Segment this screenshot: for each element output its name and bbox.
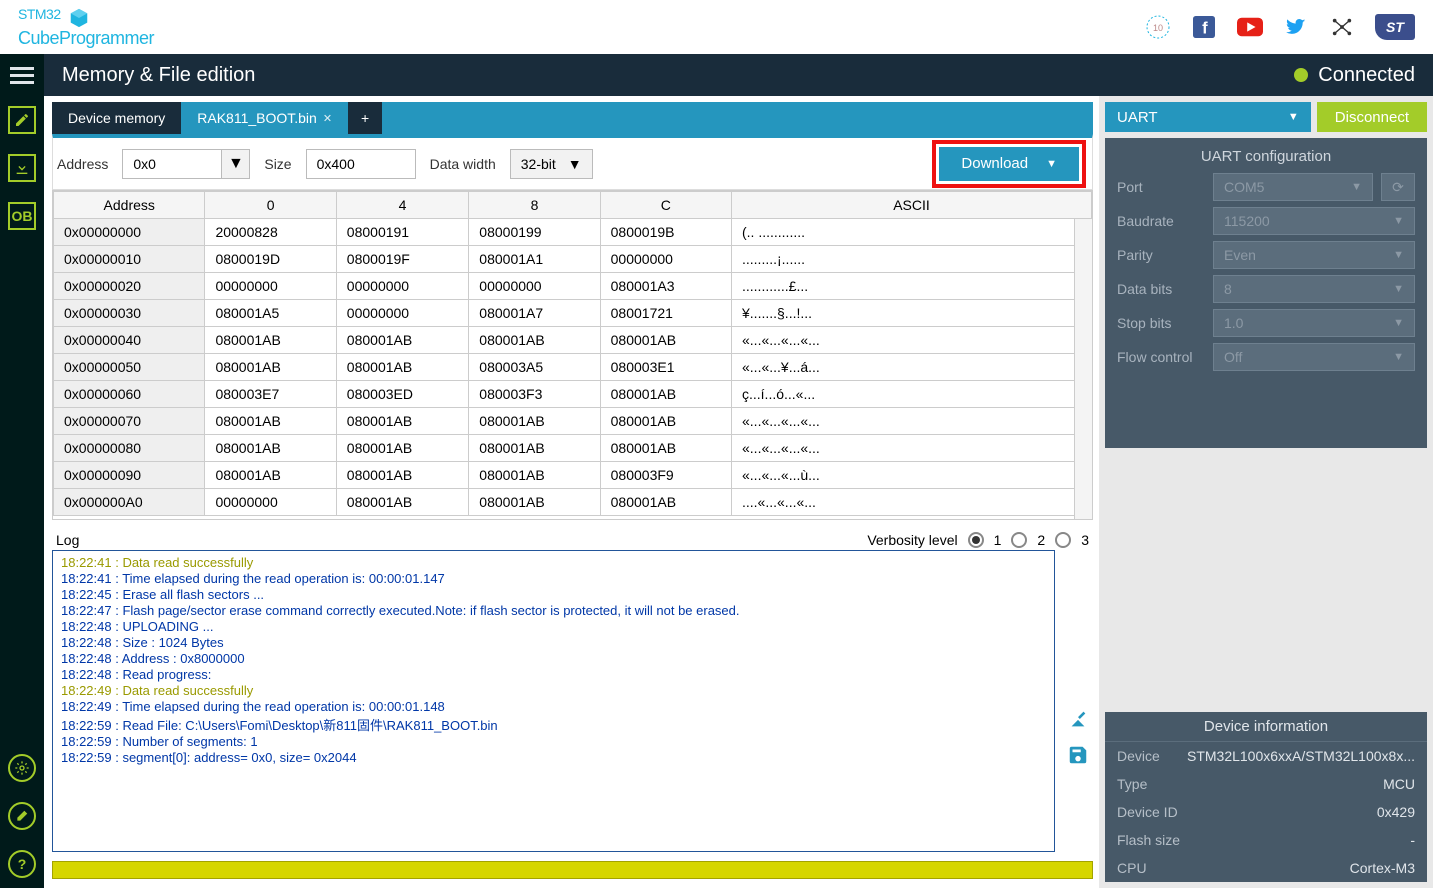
scrollbar[interactable] bbox=[1074, 219, 1092, 519]
toolbar: Address ▼ Size Data width 32-bit▼ Downlo… bbox=[52, 134, 1093, 190]
port-select[interactable]: COM5▼ bbox=[1213, 173, 1373, 201]
address-input[interactable] bbox=[122, 149, 222, 179]
size-label: Size bbox=[264, 156, 291, 172]
download-button[interactable]: Download▼ bbox=[939, 147, 1079, 181]
verbosity-3[interactable] bbox=[1055, 532, 1071, 548]
verbosity-1[interactable] bbox=[968, 532, 984, 548]
sidebar-item-help[interactable]: ? bbox=[0, 840, 44, 888]
size-input[interactable] bbox=[306, 149, 416, 179]
svg-text:f: f bbox=[1202, 19, 1208, 37]
tab-add[interactable]: + bbox=[348, 102, 382, 134]
disconnect-button[interactable]: Disconnect bbox=[1317, 102, 1427, 132]
clear-log-icon[interactable] bbox=[1067, 708, 1089, 730]
facebook-icon[interactable]: f bbox=[1191, 16, 1217, 38]
table-row[interactable]: 0x00000020000000000000000000000000080001… bbox=[54, 273, 1092, 300]
log-title: Log bbox=[56, 532, 79, 548]
address-label: Address bbox=[57, 156, 108, 172]
svg-text:10: 10 bbox=[1153, 23, 1163, 33]
col-ascii[interactable]: ASCII bbox=[732, 192, 1092, 219]
app-logo: STM32 CubeProgrammer bbox=[18, 7, 154, 47]
sidebar-item-erase[interactable] bbox=[0, 792, 44, 840]
table-row[interactable]: 0x00000030080001A500000000080001A7080017… bbox=[54, 300, 1092, 327]
network-icon[interactable] bbox=[1329, 16, 1355, 38]
verbosity-label: Verbosity level bbox=[867, 532, 957, 548]
interface-select[interactable]: UART▼ bbox=[1105, 102, 1311, 132]
badge-icon[interactable]: 10 bbox=[1145, 16, 1171, 38]
config-title: UART configuration bbox=[1117, 148, 1415, 165]
youtube-icon[interactable] bbox=[1237, 16, 1263, 38]
baudrate-select[interactable]: 115200▼ bbox=[1213, 207, 1415, 235]
sidebar-item-edit[interactable] bbox=[0, 96, 44, 144]
title-bar: Memory & File edition Connected bbox=[44, 54, 1433, 96]
save-log-icon[interactable] bbox=[1067, 744, 1089, 766]
col-8[interactable]: 8 bbox=[469, 192, 600, 219]
refresh-icon[interactable]: ⟳ bbox=[1381, 173, 1415, 201]
table-row[interactable]: 0x00000080080001AB080001AB080001AB080001… bbox=[54, 435, 1092, 462]
tab-bar: Device memory RAK811_BOOT.bin✕ + bbox=[52, 102, 1093, 134]
col-address[interactable]: Address bbox=[54, 192, 205, 219]
sidebar-item-settings[interactable] bbox=[0, 744, 44, 792]
table-row[interactable]: 0x00000060080003E7080003ED080003F3080001… bbox=[54, 381, 1092, 408]
col-0[interactable]: 0 bbox=[205, 192, 336, 219]
stopbits-select[interactable]: 1.0▼ bbox=[1213, 309, 1415, 337]
device-info: Device information DeviceSTM32L100x6xxA/… bbox=[1105, 712, 1427, 882]
top-header: STM32 CubeProgrammer 10 f ST bbox=[0, 0, 1433, 54]
sidebar-item-download[interactable] bbox=[0, 144, 44, 192]
page-title: Memory & File edition bbox=[62, 64, 255, 87]
col-4[interactable]: 4 bbox=[336, 192, 469, 219]
sidebar-item-ob[interactable]: OB bbox=[0, 192, 44, 240]
st-logo[interactable]: ST bbox=[1375, 14, 1415, 40]
logo-line1: STM32 bbox=[18, 6, 61, 22]
table-row[interactable]: 0x00000050080001AB080001AB080003A5080003… bbox=[54, 354, 1092, 381]
download-highlight: Download▼ bbox=[932, 140, 1086, 188]
col-c[interactable]: C bbox=[600, 192, 731, 219]
table-row[interactable]: 0x00000040080001AB080001AB080001AB080001… bbox=[54, 327, 1092, 354]
cube-icon bbox=[68, 7, 90, 29]
status-label: Connected bbox=[1318, 64, 1415, 87]
menu-icon[interactable] bbox=[0, 54, 44, 96]
parity-select[interactable]: Even▼ bbox=[1213, 241, 1415, 269]
table-row[interactable]: 0x00000000200008280800019108000199080001… bbox=[54, 219, 1092, 246]
flowcontrol-select[interactable]: Off▼ bbox=[1213, 343, 1415, 371]
status-dot bbox=[1294, 68, 1308, 82]
databits-select[interactable]: 8▼ bbox=[1213, 275, 1415, 303]
twitter-icon[interactable] bbox=[1283, 16, 1309, 38]
address-dropdown[interactable]: ▼ bbox=[222, 149, 250, 179]
progress-bar bbox=[52, 861, 1093, 879]
sidebar: OB ? bbox=[0, 54, 44, 888]
table-row[interactable]: 0x000000100800019D0800019F080001A1000000… bbox=[54, 246, 1092, 273]
datawidth-select[interactable]: 32-bit▼ bbox=[510, 149, 593, 179]
close-icon[interactable]: ✕ bbox=[323, 112, 332, 125]
uart-config: UART configuration PortCOM5▼⟳ Baudrate11… bbox=[1105, 138, 1427, 448]
log-box[interactable]: 18:22:41 : Data read successfully 18:22:… bbox=[52, 550, 1055, 852]
table-row[interactable]: 0x00000070080001AB080001AB080001AB080001… bbox=[54, 408, 1092, 435]
tab-file[interactable]: RAK811_BOOT.bin✕ bbox=[181, 102, 348, 134]
logo-line2: CubeProgrammer bbox=[18, 28, 154, 48]
right-panel: UART▼ Disconnect UART configuration Port… bbox=[1099, 96, 1433, 888]
datawidth-label: Data width bbox=[430, 156, 496, 172]
tab-device-memory[interactable]: Device memory bbox=[52, 102, 181, 134]
verbosity-2[interactable] bbox=[1011, 532, 1027, 548]
memory-grid: Address048CASCII 0x000000002000082808000… bbox=[52, 190, 1093, 520]
table-row[interactable]: 0x000000A000000000080001AB080001AB080001… bbox=[54, 489, 1092, 516]
table-row[interactable]: 0x00000090080001AB080001AB080001AB080003… bbox=[54, 462, 1092, 489]
